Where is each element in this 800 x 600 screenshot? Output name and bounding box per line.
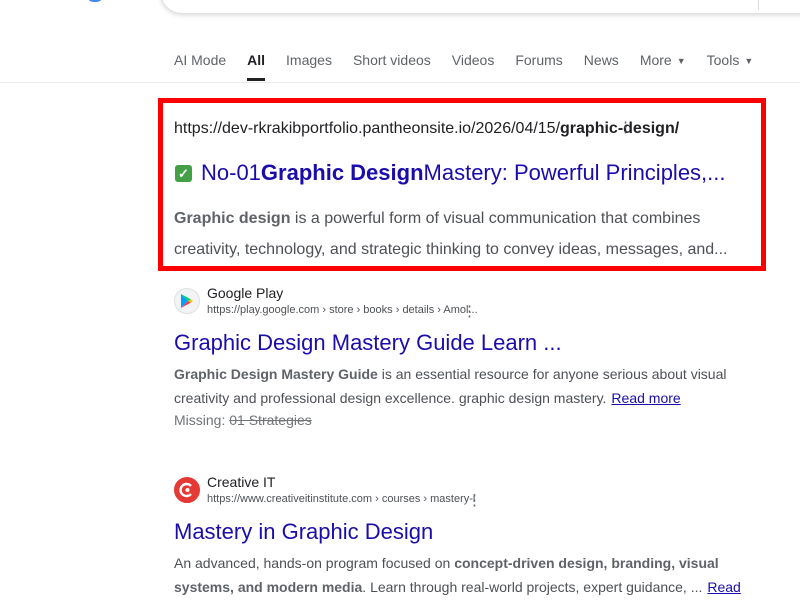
result-1-snippet-bold: Graphic design: [174, 210, 291, 227]
tab-all[interactable]: All: [247, 52, 265, 81]
result-1-title-rest: Mastery: Powerful Principles,...: [423, 160, 726, 185]
tab-tools-label: Tools: [706, 52, 740, 68]
google-play-icon: [174, 288, 200, 314]
result-3-site-name: Creative IT: [207, 474, 276, 490]
result-3-source[interactable]: Creative IT https://www.creativeitinstit…: [174, 473, 475, 507]
result-1-url-prefix: https://dev-rkrakibportfolio.pantheonsit…: [174, 120, 561, 137]
tab-more[interactable]: More ▼: [640, 52, 686, 68]
result-1-snippet: Graphic design is a powerful form of vis…: [174, 203, 754, 265]
missing-terms: Missing: 01 Strategies: [174, 412, 312, 428]
tabs-divider: [0, 82, 800, 83]
result-3-snippet-rest: . Learn through real-world projects, exp…: [362, 579, 703, 595]
result-3-snippet-lead: An advanced, hands-on program focused on: [174, 555, 455, 571]
tab-videos[interactable]: Videos: [452, 52, 495, 68]
more-vert-icon[interactable]: ⋮: [467, 492, 482, 510]
tab-tools[interactable]: Tools ▼: [707, 52, 754, 68]
more-vert-icon[interactable]: ⋮: [462, 303, 477, 321]
more-vert-icon[interactable]: ⋮: [618, 119, 633, 137]
result-2-snippet-bold: Graphic Design Mastery Guide: [174, 366, 378, 382]
caret-down-icon: ▼: [676, 56, 686, 66]
tab-short-videos[interactable]: Short videos: [353, 52, 431, 68]
result-2-source[interactable]: Google Play https://play.google.com › st…: [174, 284, 478, 318]
tab-forums[interactable]: Forums: [515, 52, 562, 68]
google-logo-fragment[interactable]: [86, 0, 104, 2]
result-1-title-bold: Graphic Design: [260, 160, 424, 185]
search-tabs: AI Mode All Images Short videos Videos F…: [174, 50, 774, 81]
search-box-divider: [758, 0, 759, 10]
result-2-breadcrumb: https://play.google.com › store › books …: [207, 304, 478, 316]
result-2-snippet: Graphic Design Mastery Guide is an essen…: [174, 362, 764, 410]
result-3-title[interactable]: Mastery in Graphic Design: [174, 519, 433, 545]
result-1-title[interactable]: ✓ No-01 Graphic Design Mastery: Powerful…: [175, 160, 726, 186]
read-more-link[interactable]: Read more: [611, 390, 680, 406]
missing-label: Missing:: [174, 412, 226, 428]
result-3-snippet: An advanced, hands-on program focused on…: [174, 551, 764, 600]
result-2-title[interactable]: Graphic Design Mastery Guide Learn ...: [174, 330, 562, 356]
caret-down-icon: ▼: [744, 56, 754, 66]
tab-news[interactable]: News: [584, 52, 619, 68]
check-mark-icon: ✓: [175, 164, 192, 182]
creative-it-logo-icon: [174, 477, 200, 503]
result-1-title-prefix: No-01: [201, 160, 261, 185]
search-box[interactable]: [160, 0, 800, 14]
result-3-breadcrumb: https://www.creativeitinstitute.com › co…: [207, 493, 476, 505]
tab-images[interactable]: Images: [286, 52, 332, 68]
tab-more-label: More: [639, 52, 672, 68]
tab-ai-mode[interactable]: AI Mode: [174, 52, 226, 68]
result-1-url[interactable]: https://dev-rkrakibportfolio.pantheonsit…: [174, 120, 679, 138]
missing-terms-list[interactable]: 01 Strategies: [229, 412, 312, 428]
result-2-site-name: Google Play: [207, 285, 284, 301]
